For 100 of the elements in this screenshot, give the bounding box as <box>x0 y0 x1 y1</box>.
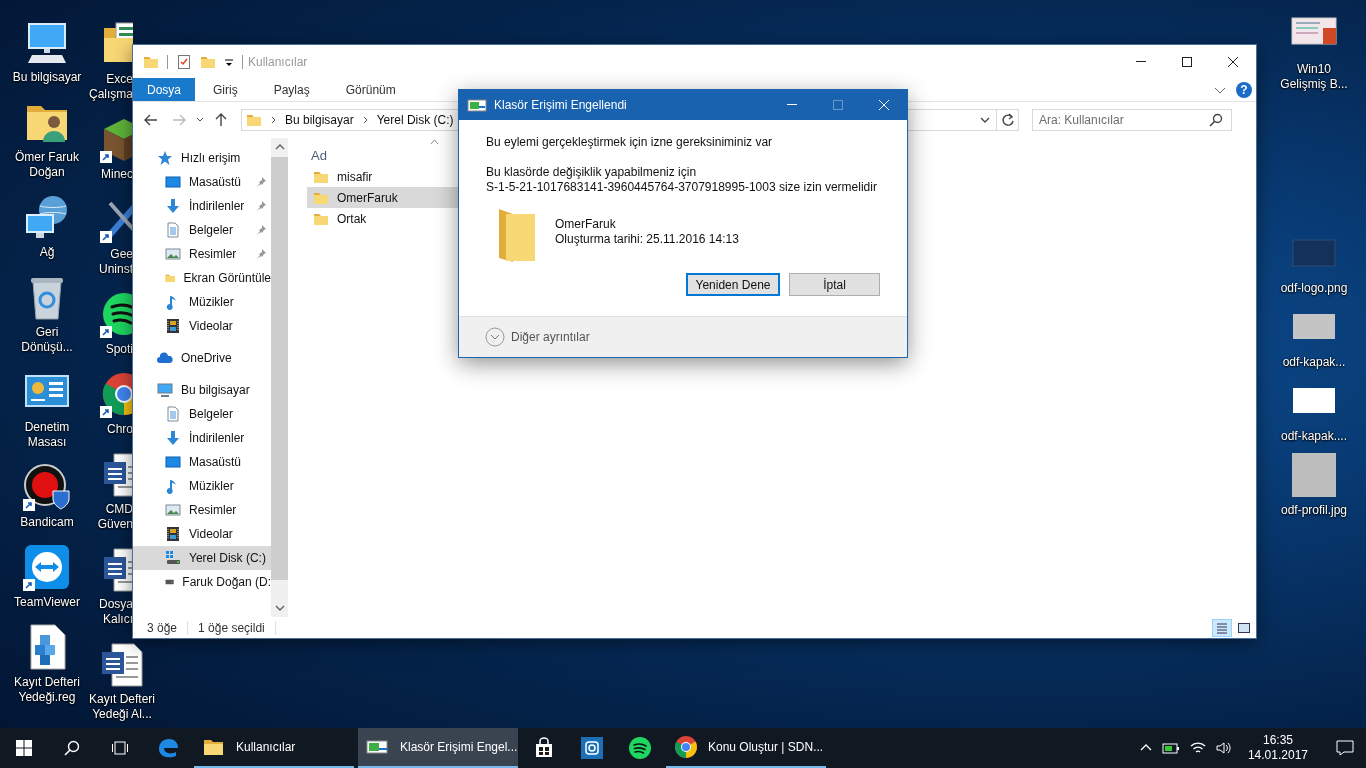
nav-item[interactable]: Hızlı erişim <box>133 146 271 170</box>
nav-item[interactable]: Belgeler <box>133 218 271 242</box>
desktop-icon-label[interactable]: odf-profil.jpg <box>1280 503 1347 518</box>
desktop-icon-label[interactable]: odf-kapak.... <box>1280 429 1347 444</box>
ribbon-tab[interactable]: Paylaş <box>255 78 328 101</box>
taskbar-window-button[interactable]: Klasör Erişimi Engel... <box>358 728 518 768</box>
document-icon <box>165 222 181 238</box>
speaker-icon[interactable] <box>1215 741 1232 755</box>
nav-item[interactable]: Müzikler <box>133 290 271 314</box>
desktop-icon-label[interactable]: Kayıt Defteri Yedeği.reg <box>14 675 80 705</box>
picture-icon <box>165 502 181 518</box>
document-icon <box>165 406 181 422</box>
desktop-icon-label[interactable]: odf-kapak... <box>1282 355 1346 370</box>
window-title: Kullanıcılar <box>247 54 309 69</box>
desktop-icon-label[interactable]: Win10 Gelişmiş B... <box>1280 62 1348 92</box>
battery-icon[interactable] <box>1161 741 1180 755</box>
close-icon <box>878 99 890 111</box>
desktop-icon-label[interactable]: Kayıt Defteri Yedeği Al... <box>89 692 155 722</box>
nav-item[interactable]: Faruk Doğan (D: <box>133 570 271 594</box>
taskbar-window-button[interactable]: Konu Oluştur | SDN... <box>666 728 826 768</box>
back-icon[interactable] <box>143 112 159 128</box>
nav-item[interactable]: Bu bilgisayar <box>133 378 271 402</box>
record-button-icon[interactable] <box>23 463 71 511</box>
notification-icon[interactable] <box>1336 740 1354 756</box>
desktop-icon-label[interactable]: Ağ <box>39 245 55 260</box>
picture-icon <box>165 246 181 262</box>
wifi-icon[interactable] <box>1189 741 1206 755</box>
film-icon <box>165 526 181 542</box>
nav-item[interactable]: Masaüstü <box>133 170 271 194</box>
nav-item[interactable]: Videolar <box>133 314 271 338</box>
folder-name: OmerFaruk <box>555 217 617 232</box>
desktop-icon-label[interactable]: Dosya Kalıcı <box>99 597 133 627</box>
camera-app-icon <box>580 736 604 760</box>
nav-item[interactable]: Ekran Görüntüle <box>133 266 271 290</box>
column-header[interactable]: Ad <box>307 147 327 163</box>
scrollbar[interactable] <box>271 138 288 617</box>
browser-icon <box>156 736 180 760</box>
desktop-icon-label[interactable]: Bu bilgisayar <box>12 70 82 85</box>
nav-item[interactable]: İndirilenler <box>133 426 271 450</box>
desktop-icon-label[interactable]: Geri Dönüşü... <box>21 325 73 355</box>
desktop-icon-label[interactable]: CMD Güven <box>97 502 133 532</box>
clock-time[interactable]: 16:35 <box>1262 733 1293 748</box>
nav-item[interactable]: Müzikler <box>133 474 271 498</box>
item-count: 3 öğe <box>147 620 179 635</box>
star-icon <box>157 150 173 166</box>
nav-item[interactable]: Masaüstü <box>133 450 271 474</box>
nav-item[interactable]: Resimler <box>133 498 271 522</box>
monitor-icon <box>165 454 181 470</box>
checklist-icon[interactable] <box>176 53 192 70</box>
list-lines-icon <box>1215 620 1229 635</box>
selection-count: 1 öğe seçildi <box>198 620 266 635</box>
close-icon <box>1227 55 1239 68</box>
refresh-icon <box>1000 113 1015 127</box>
search-field[interactable]: Ara: Kullanıcılar <box>1033 112 1209 128</box>
windows-logo-icon <box>16 740 32 756</box>
maximize-icon <box>832 99 844 111</box>
desktop-icon-label[interactable]: Chro <box>107 422 133 437</box>
desktop-icon-label[interactable]: Exce Çalışma <box>89 72 133 102</box>
desktop-icon-label[interactable]: Denetim Masası <box>24 420 70 450</box>
chevron-right-icon <box>269 115 278 125</box>
details-toggle[interactable]: Diğer ayrıntılar <box>485 327 590 347</box>
nav-item[interactable]: OneDrive <box>133 346 271 370</box>
desktop-icon-label[interactable]: Spoti <box>105 342 133 357</box>
ribbon-tab[interactable]: Giriş <box>195 78 256 101</box>
computer-icon <box>157 382 173 398</box>
search-box[interactable]: Ara: Kullanıcılar <box>1032 109 1232 131</box>
drive-icon <box>165 550 181 566</box>
desktop-icon-label[interactable]: Gee Uninst <box>99 247 133 277</box>
taskbar-window-button[interactable]: Kullanıcılar <box>194 728 354 768</box>
up-arrow-icon[interactable] <box>213 112 229 128</box>
search-icon <box>1209 113 1223 127</box>
desktop-icon-label[interactable]: Minec <box>101 167 133 182</box>
breadcrumb-link[interactable]: Yerel Disk (C:) <box>376 113 454 127</box>
breadcrumb-link[interactable]: Bu bilgisayar <box>285 113 354 127</box>
expand-chevron-icon <box>485 327 505 347</box>
dialog-button[interactable]: Yeniden Dene <box>686 273 780 296</box>
nav-item[interactable]: Videolar <box>133 522 271 546</box>
ribbon-tab[interactable]: Görünüm <box>327 78 414 101</box>
task-view-icon <box>111 740 129 756</box>
desktop-icon-label[interactable]: odf-logo.png <box>1280 281 1348 296</box>
refresh-button[interactable] <box>997 109 1019 131</box>
nav-item[interactable]: İndirilenler <box>133 194 271 218</box>
desktop-icon-label[interactable]: Bandicam <box>20 515 74 530</box>
clock-date[interactable]: 14.01.2017 <box>1247 748 1308 763</box>
dialog-button[interactable]: İptal <box>789 273 880 296</box>
browser-icon <box>674 735 698 759</box>
desktop-icon-label[interactable]: TeamViewer <box>14 595 80 610</box>
window-icon <box>467 97 487 113</box>
nav-item[interactable]: Resimler <box>133 242 271 266</box>
music-app-icon <box>628 736 652 760</box>
nav-item[interactable]: Belgeler <box>133 402 271 426</box>
cloud-icon <box>157 350 173 366</box>
desktop-icon-label[interactable]: Ömer Faruk Doğan <box>15 150 79 180</box>
picture-frame-icon <box>1237 620 1251 635</box>
photo-placeholder[interactable] <box>1290 451 1338 499</box>
ribbon-tab[interactable]: Dosya <box>133 78 195 101</box>
down-arrow-icon <box>165 430 181 446</box>
nav-item[interactable]: Yerel Disk (C:) <box>133 546 271 570</box>
monitor-icon <box>165 174 181 190</box>
help-button[interactable]: ? <box>1236 81 1252 98</box>
